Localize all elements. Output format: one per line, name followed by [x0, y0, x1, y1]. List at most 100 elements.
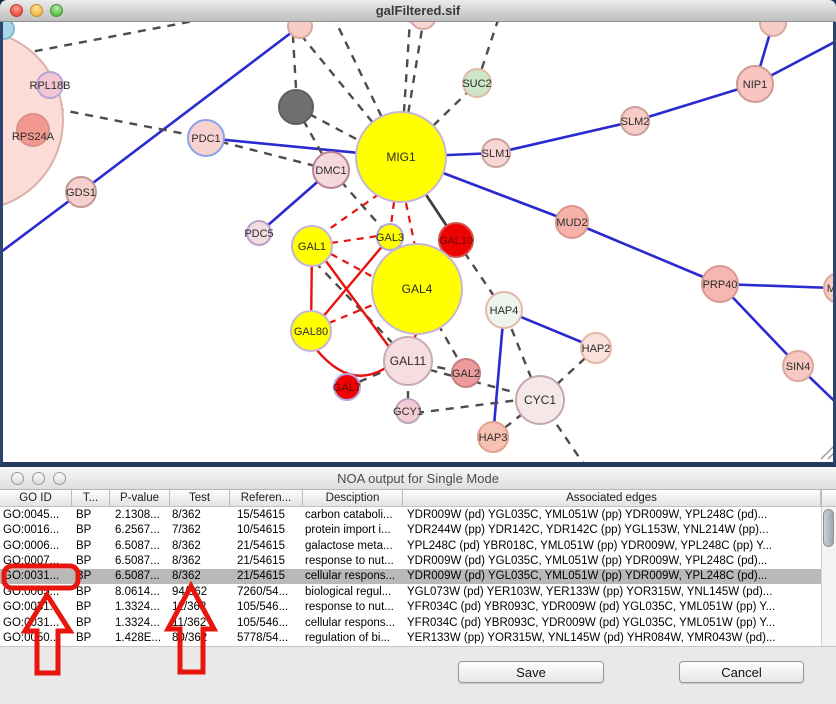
cell-test: 8/362	[170, 540, 230, 552]
network-edge	[20, 22, 199, 54]
node-label-gal2: GAL2	[452, 368, 480, 380]
close-button[interactable]	[10, 4, 23, 17]
cell-reference: 10/54615	[230, 524, 303, 536]
table-body: GO:0045...BP2.1308...8/36215/54615carbon…	[0, 507, 836, 646]
network-edge	[406, 203, 415, 246]
cell-type: BP	[72, 632, 110, 644]
node-label-gal4: GAL4	[402, 282, 433, 296]
node-label-prp40: PRP40	[703, 279, 738, 291]
cancel-button[interactable]: Cancel	[679, 661, 804, 683]
network-edge	[316, 349, 387, 376]
close-button-inactive[interactable]	[11, 472, 24, 485]
header-corner	[821, 490, 836, 506]
noa-window-controls	[11, 472, 66, 485]
window-controls	[10, 4, 63, 17]
save-button[interactable]: Save	[458, 661, 604, 683]
table-row[interactable]: GO:0031...BP1.3324...11/362105/546...cel…	[0, 615, 821, 630]
cell-p_value: 2.1308...	[110, 509, 170, 521]
cell-description: biological regul...	[303, 586, 403, 598]
zoom-button[interactable]	[50, 4, 63, 17]
network-edge	[493, 310, 504, 437]
cell-type: BP	[72, 570, 110, 582]
minimize-button[interactable]	[30, 4, 43, 17]
node-unlabeled[interactable]	[760, 22, 786, 36]
table-row[interactable]: GO:0006...BP6.5087...8/36221/54615galact…	[0, 538, 821, 553]
cell-description: cellular respons...	[303, 617, 403, 629]
column-header-description[interactable]: Desciption	[303, 490, 403, 506]
cell-p_value: 1.428E...	[110, 632, 170, 644]
node-unlabeled[interactable]	[288, 22, 312, 38]
cell-test: 7/362	[170, 524, 230, 536]
cell-go_id: GO:0031...	[0, 601, 72, 613]
cell-type: BP	[72, 540, 110, 552]
node-label-pdc1: PDC1	[191, 133, 220, 145]
column-header-type[interactable]: T...	[72, 490, 110, 506]
cell-description: regulation of bi...	[303, 632, 403, 644]
node-unlabeled[interactable]	[279, 90, 313, 124]
column-header-reference[interactable]: Referen...	[230, 490, 303, 506]
node-label-hap3: HAP3	[479, 432, 508, 444]
cell-test: 11/362	[170, 601, 230, 613]
node-unlabeled[interactable]	[3, 22, 14, 39]
node-label-gal3: GAL3	[376, 232, 404, 244]
cell-p_value: 6.5087...	[110, 555, 170, 567]
network-window-titlebar[interactable]: galFiltered.sif	[0, 0, 836, 22]
cell-type: BP	[72, 524, 110, 536]
cell-p_value: 1.3324...	[110, 617, 170, 629]
network-edge	[572, 222, 720, 284]
column-header-test[interactable]: Test	[170, 490, 230, 506]
column-header-go_id[interactable]: GO ID	[0, 490, 72, 506]
network-edge	[391, 202, 394, 225]
network-edge	[325, 194, 379, 232]
cell-description: response to nut...	[303, 555, 403, 567]
node-label-nip1: NIP1	[743, 79, 767, 91]
cell-edges: YFR034C (pd) YBR093C, YDR009W (pd) YGL03…	[403, 617, 821, 629]
column-header-p_value[interactable]: P-value	[110, 490, 170, 506]
zoom-button-inactive[interactable]	[53, 472, 66, 485]
cell-test: 8/362	[170, 509, 230, 521]
node-label-gcy1: GCY1	[393, 406, 423, 418]
cell-reference: 105/546...	[230, 601, 303, 613]
cell-type: BP	[72, 555, 110, 567]
scrollbar-thumb[interactable]	[823, 509, 834, 547]
cell-test: 8/362	[170, 570, 230, 582]
node-label-gal1: GAL1	[298, 241, 326, 253]
noa-window-title: NOA output for Single Mode	[337, 471, 499, 486]
network-window: galFiltered.sif RPL18BRPS24AGDS1PDC1MIG1…	[0, 0, 836, 467]
cell-edges: YFR034C (pd) YBR093C, YDR009W (pd) YGL03…	[403, 601, 821, 613]
cell-test: 8/362	[170, 555, 230, 567]
column-header-edges[interactable]: Associated edges	[403, 490, 821, 506]
node-label-slm1: SLM1	[482, 148, 511, 160]
table-row[interactable]: GO:0031...BP1.3324...11/362105/546...res…	[0, 600, 821, 615]
network-edge	[496, 121, 635, 153]
node-label-hap2: HAP2	[582, 343, 611, 355]
table-row[interactable]: GO:0031...BP6.5087...8/36221/54615cellul…	[0, 569, 821, 584]
minimize-button-inactive[interactable]	[32, 472, 45, 485]
table-row[interactable]: GO:0045...BP2.1308...8/36215/54615carbon…	[0, 507, 821, 522]
node-label-msn: MSN	[827, 283, 833, 295]
cell-test: 11/362	[170, 617, 230, 629]
cell-reference: 21/54615	[230, 555, 303, 567]
node-label-mig1: MIG1	[386, 150, 416, 164]
table-row[interactable]: GO:0065...BP8.0614...94/3627260/54...bio…	[0, 584, 821, 599]
table-row[interactable]: GO:0050...BP1.428E...80/3625778/54...reg…	[0, 631, 821, 646]
network-edge	[416, 400, 519, 413]
cell-reference: 15/54615	[230, 509, 303, 521]
noa-window-titlebar[interactable]: NOA output for Single Mode	[0, 467, 836, 490]
cell-p_value: 6.5087...	[110, 570, 170, 582]
network-edge	[331, 236, 378, 243]
cell-go_id: GO:0045...	[0, 509, 72, 521]
cell-p_value: 8.0614...	[110, 586, 170, 598]
table-row[interactable]: GO:0007...BP6.5087...8/36221/54615respon…	[0, 553, 821, 568]
node-unlabeled[interactable]	[410, 22, 436, 29]
noa-window: NOA output for Single Mode GO IDT...P-va…	[0, 467, 836, 704]
cell-p_value: 1.3324...	[110, 601, 170, 613]
network-canvas[interactable]: RPL18BRPS24AGDS1PDC1MIG1SUC2SLM1DMC1SLM2…	[0, 22, 836, 467]
node-label-rpl18b: RPL18B	[30, 80, 71, 92]
table-row[interactable]: GO:0016...BP6.2567...7/36210/54615protei…	[0, 522, 821, 537]
vertical-scrollbar[interactable]	[821, 507, 836, 646]
cell-type: BP	[72, 601, 110, 613]
cell-test: 80/362	[170, 632, 230, 644]
cell-go_id: GO:0031...	[0, 617, 72, 629]
cell-p_value: 6.5087...	[110, 540, 170, 552]
